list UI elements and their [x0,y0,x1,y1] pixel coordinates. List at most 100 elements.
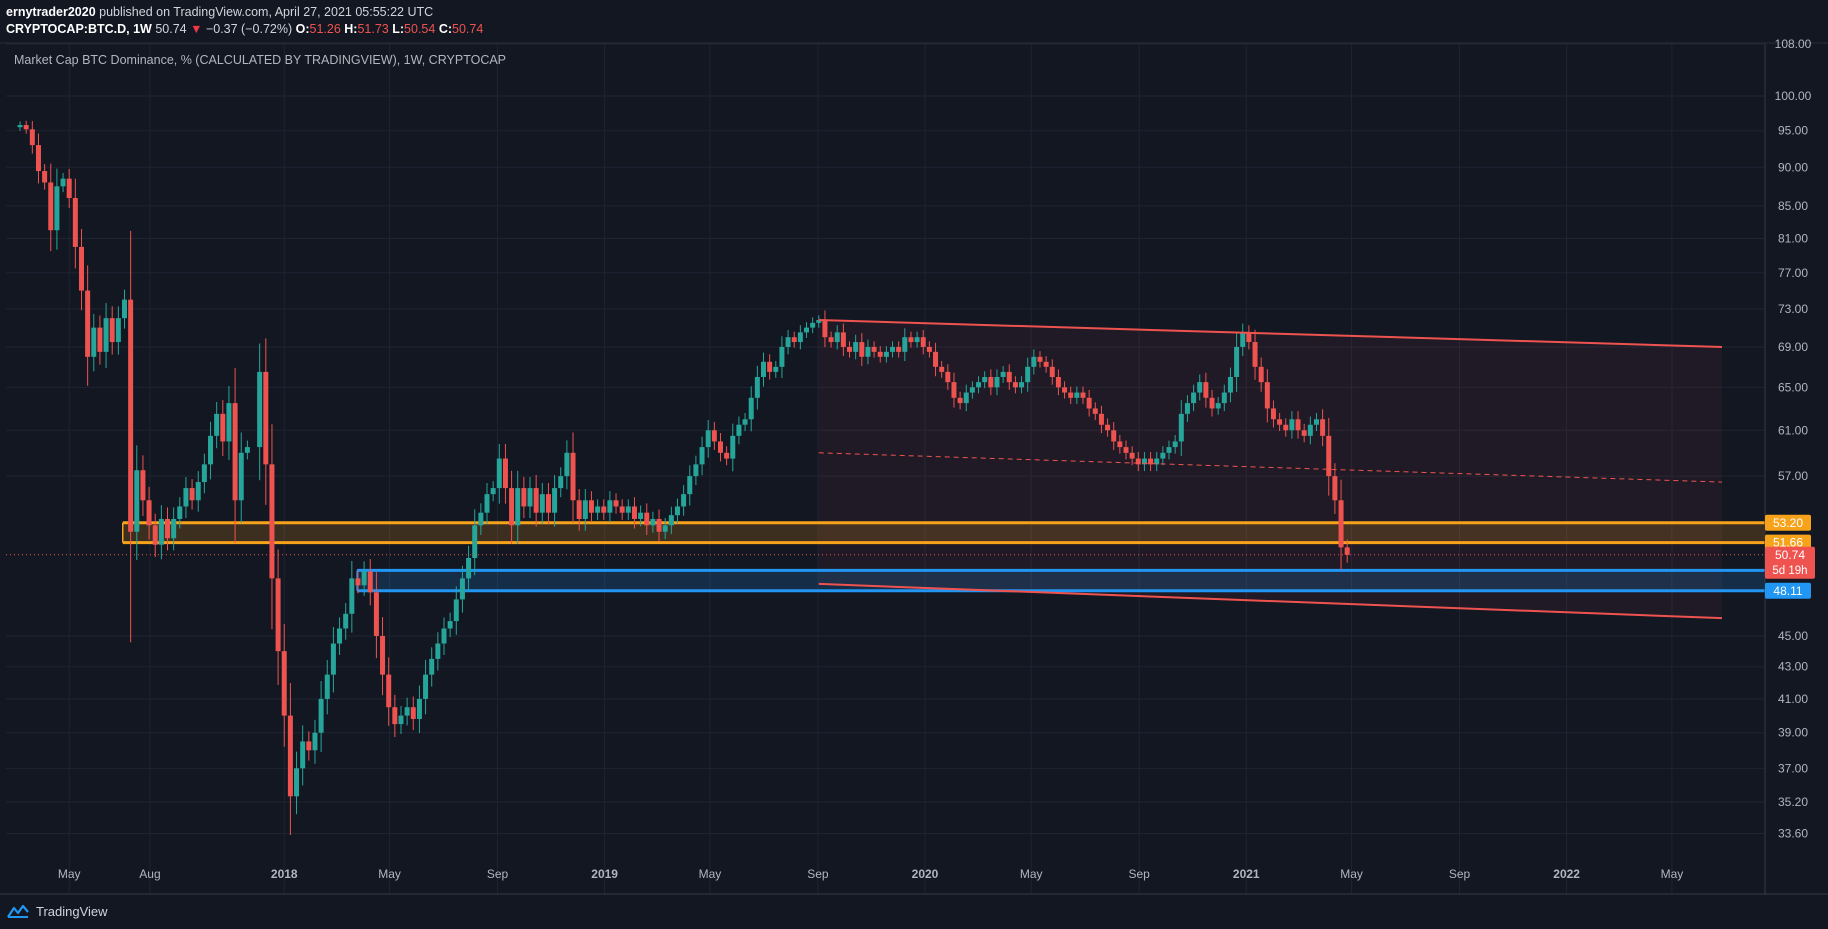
candle-body [890,346,896,352]
candle-body [1117,441,1123,448]
candle-body [982,376,988,383]
candle-body [1289,419,1295,431]
candle-body [337,628,343,644]
candle-body [914,337,920,343]
candle-body [410,707,416,719]
candle-body [1098,413,1104,425]
candle-body [1160,452,1166,459]
candle-body [631,506,637,519]
candle-body [619,506,625,513]
candle-body [165,518,171,539]
candle-body [828,337,834,343]
candle-body [1000,371,1006,377]
candle-body [441,628,447,644]
candle-body [699,447,705,465]
candle-body [1326,435,1332,477]
chart-title: Market Cap BTC Dominance, % (CALCULATED … [14,53,506,67]
candle-body [754,376,760,398]
candle-body [1080,392,1086,398]
candle-body [453,599,459,622]
candle-body [1295,419,1301,431]
candle-body [926,346,932,352]
candle-body [306,741,312,751]
candle-body [1277,419,1283,425]
candle-body [539,494,545,513]
candle-body [1338,500,1344,548]
price-tick-label: 77.00 [1778,266,1808,280]
price-tick-label: 61.00 [1778,423,1808,437]
candle-body [312,732,318,751]
time-tick-label: Aug [139,867,160,881]
candle-body [871,346,877,352]
price-tick-label: 95.00 [1778,124,1808,138]
price-chart[interactable]: 108.00 100.00 95.00 90.00 85.00 81.00 77.00 73.… [0,0,1828,929]
candle-body [1227,376,1233,393]
footer-bar: TradingView [0,895,1828,929]
candle-body [908,337,914,343]
candle-body [392,707,398,725]
price-tick-label: 37.00 [1778,761,1808,775]
candle-body [109,318,115,343]
candle-body [969,387,975,393]
candle-body [435,643,441,659]
candle-body [128,299,134,532]
candle-body [1270,408,1276,420]
price-axis-badge-label: 48.11 [1773,584,1802,598]
candle-body [220,413,226,442]
candle-body [1252,342,1258,367]
candle-body [1062,387,1068,393]
candle-body [263,371,269,465]
candle-body [847,346,853,352]
candle-body [496,458,502,489]
candle-body [386,674,392,708]
candle-body [588,500,594,513]
candle-body [459,578,465,600]
candle-body [66,178,72,199]
candle-body [717,441,723,453]
price-tick-label: 108.00 [1775,37,1812,51]
price-tick-label: 41.00 [1778,692,1808,706]
time-tick-label: May [58,867,81,881]
candle-body [963,392,969,404]
candle-body [902,337,908,352]
time-tick-label: May [378,867,401,881]
candle-body [896,346,902,352]
candle-body [877,351,883,357]
candle-body [650,518,656,526]
candle-body [140,470,146,501]
candle-body [17,125,23,128]
candle-body [883,351,889,357]
candle-body [478,512,484,526]
candle-body [1332,476,1338,501]
tradingview-brand[interactable]: TradingView [6,903,108,919]
candle-body [294,768,300,797]
candle-body [208,435,214,465]
candle-body [416,698,422,719]
candle-body [681,494,687,507]
candle-body [1068,392,1074,398]
candle-body [945,371,951,383]
candle-body [201,464,207,483]
candle-body [171,518,177,539]
candle-body [1344,547,1350,555]
time-tick-label: 2020 [912,867,939,881]
price-axis-badge-label: 53.20 [1773,516,1803,530]
candle-body [1191,392,1197,404]
last-price-badge-value: 50.74 [1775,548,1805,562]
candle-body [840,332,846,347]
candle-body [1221,392,1227,404]
candle-body [1313,419,1319,425]
price-tick-label: 100.00 [1775,89,1812,103]
candle-body [607,500,613,513]
candle-body [1209,397,1215,409]
candle-body [1129,452,1135,459]
candle-body [1320,419,1326,436]
candle-body [662,525,668,532]
candle-body [42,171,48,183]
candle-body [281,651,287,716]
candle-body [1234,346,1240,377]
candle-body [269,464,275,579]
candle-body [287,715,293,797]
price-tick-label: 39.00 [1778,726,1808,740]
candle-body [933,351,939,367]
